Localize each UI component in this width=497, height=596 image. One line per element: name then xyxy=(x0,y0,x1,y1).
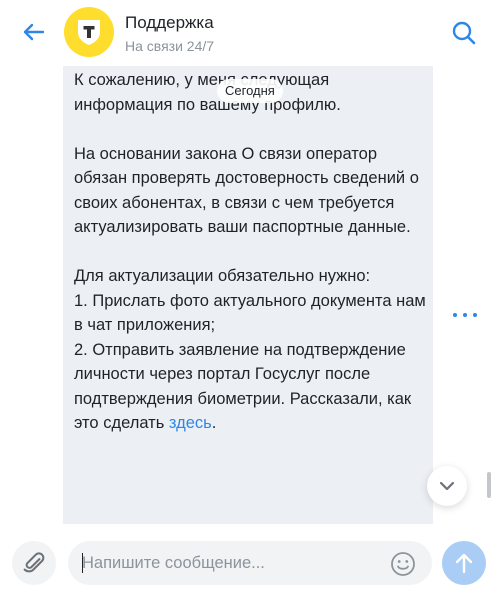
arrow-left-icon xyxy=(23,23,45,41)
paperclip-icon xyxy=(23,552,45,573)
search-icon xyxy=(452,21,476,45)
arrow-up-icon xyxy=(455,553,473,574)
message-tail: . xyxy=(211,414,217,432)
message-more-button[interactable] xyxy=(453,306,477,324)
more-dot xyxy=(463,313,467,317)
scrollbar-thumb[interactable] xyxy=(487,472,491,498)
avatar[interactable] xyxy=(64,7,114,57)
search-button[interactable] xyxy=(451,20,477,46)
chevron-down-icon xyxy=(439,481,455,491)
emoji-button[interactable] xyxy=(390,551,416,577)
chat-subtitle: На связи 24/7 xyxy=(125,38,215,54)
chat-title: Поддержка xyxy=(125,13,214,32)
chat-header: Поддержка На связи 24/7 xyxy=(0,0,497,66)
attach-button[interactable] xyxy=(12,541,56,585)
message-body: К сожалению, у меня следующая информация… xyxy=(74,71,426,432)
smile-icon xyxy=(391,552,415,576)
date-separator: Сегодня xyxy=(217,79,283,103)
message-text: К сожалению, у меня следующая информация… xyxy=(74,68,426,436)
message-link[interactable]: здесь xyxy=(169,414,212,432)
tinkoff-logo-icon xyxy=(78,20,100,45)
more-dot xyxy=(473,313,477,317)
incoming-message-bubble[interactable]: К сожалению, у меня следующая информация… xyxy=(63,66,433,524)
message-input[interactable] xyxy=(82,541,382,585)
back-button[interactable] xyxy=(20,20,48,44)
scroll-down-button[interactable] xyxy=(427,466,467,506)
support-chat-screen: Поддержка На связи 24/7 К сожалению, у м… xyxy=(0,0,497,596)
text-caret xyxy=(82,553,83,573)
send-button[interactable] xyxy=(442,541,486,585)
more-horizontal-icon xyxy=(453,313,457,317)
composer-bar xyxy=(0,530,497,596)
message-input-field[interactable] xyxy=(68,541,432,585)
message-list[interactable]: К сожалению, у меня следующая информация… xyxy=(0,66,497,530)
